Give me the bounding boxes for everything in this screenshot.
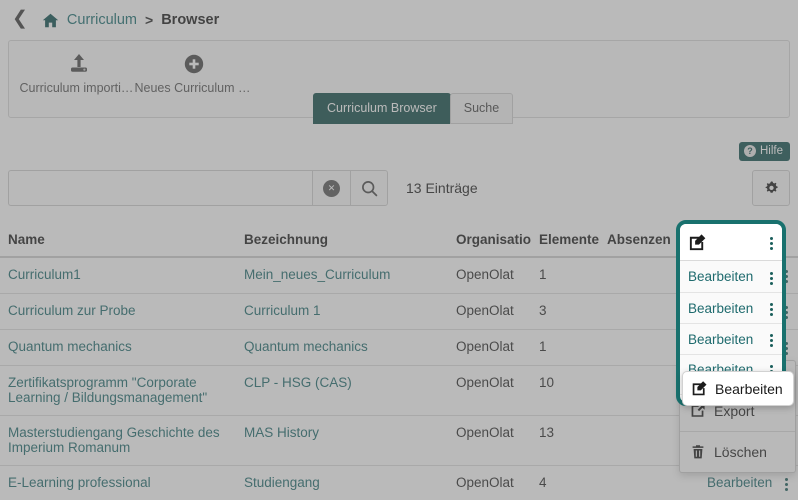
highlight-row-1[interactable]: Bearbeiten [680, 261, 782, 293]
highlight-edit-link[interactable]: Bearbeiten [688, 332, 753, 347]
highlight-row-3[interactable]: Bearbeiten [680, 324, 782, 355]
highlight-edit-link[interactable]: Bearbeiten [688, 301, 753, 316]
edit-pencil-icon [688, 233, 707, 252]
kebab-menu-icon[interactable] [770, 300, 773, 316]
highlight-header-row [680, 224, 782, 261]
kebab-menu-icon[interactable] [770, 331, 773, 347]
edit-tooltip-popup[interactable]: Bearbeiten [682, 371, 794, 406]
highlight-row-2[interactable]: Bearbeiten [680, 293, 782, 324]
edit-tooltip-label: Bearbeiten [715, 380, 783, 397]
highlight-edit-link[interactable]: Bearbeiten [688, 269, 753, 284]
kebab-menu-icon[interactable] [770, 234, 773, 250]
edit-pencil-icon [691, 380, 708, 397]
kebab-menu-icon[interactable] [770, 269, 773, 285]
